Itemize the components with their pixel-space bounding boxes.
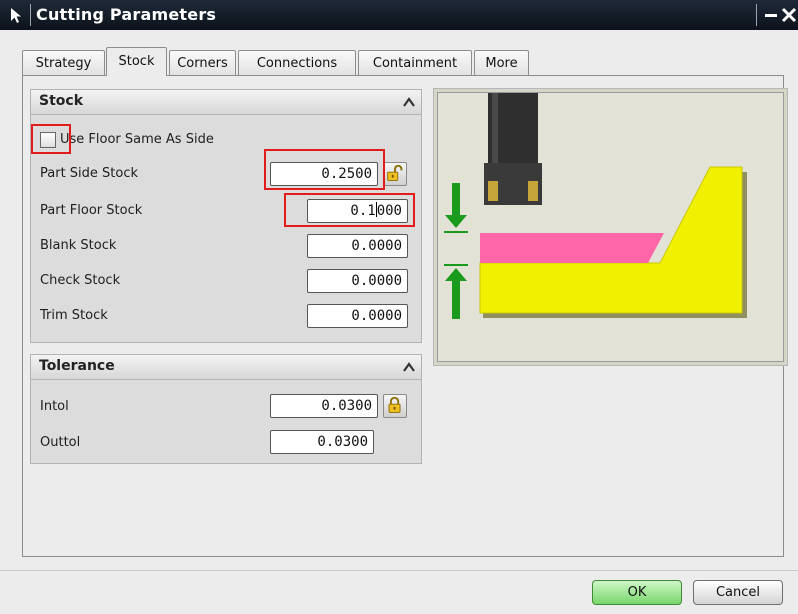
tool-insert	[488, 181, 498, 201]
cutting-parameters-dialog: Cutting Parameters Strategy Stock Corner…	[0, 0, 798, 614]
check-stock-label: Check Stock	[40, 273, 121, 288]
trim-stock-label: Trim Stock	[40, 308, 108, 323]
window-title: Cutting Parameters	[36, 5, 217, 24]
title-separator	[30, 4, 31, 26]
part-floor-stock-input[interactable]: 0.1000	[307, 199, 408, 223]
intol-input[interactable]: 0.0300	[270, 394, 378, 418]
ok-button[interactable]: OK	[592, 580, 682, 605]
tab-containment[interactable]: Containment	[358, 50, 472, 75]
tab-connections[interactable]: Connections	[238, 50, 356, 75]
title-bar[interactable]: Cutting Parameters	[0, 0, 798, 30]
footer-divider	[0, 570, 798, 571]
tolerance-group-title: Tolerance	[39, 358, 115, 374]
floor-stock-layer	[480, 233, 664, 263]
arrow-down-icon	[445, 183, 467, 228]
outtol-label: Outtol	[40, 435, 81, 450]
trim-stock-input[interactable]: 0.0000	[307, 304, 408, 328]
minimize-button[interactable]	[760, 3, 782, 27]
part-side-stock-lock-button[interactable]	[383, 162, 407, 186]
chevron-up-icon[interactable]	[399, 357, 419, 377]
stock-group-title: Stock	[39, 93, 84, 109]
use-floor-same-as-side-checkbox[interactable]	[40, 132, 56, 148]
locked-padlock-icon	[388, 396, 401, 413]
part-side-stock-label: Part Side Stock	[40, 166, 139, 181]
minimize-icon	[765, 14, 777, 17]
chevron-up-icon[interactable]	[399, 92, 419, 112]
outtol-input[interactable]: 0.0300	[270, 430, 374, 454]
tab-strategy[interactable]: Strategy	[22, 50, 105, 75]
part-floor-stock-value-before-caret: 0.1	[350, 203, 376, 219]
cancel-button[interactable]: Cancel	[693, 580, 783, 605]
cursor-arrow-icon	[11, 8, 21, 23]
arrow-up-icon	[445, 268, 467, 319]
part-floor-stock-label: Part Floor Stock	[40, 203, 143, 218]
close-button[interactable]	[780, 3, 798, 27]
tool-insert	[528, 181, 538, 201]
part-floor-stock-value-after-caret: 000	[376, 203, 402, 219]
intol-label: Intol	[40, 399, 69, 414]
tolerance-group-header[interactable]: Tolerance	[30, 354, 422, 380]
use-floor-same-as-side-label: Use Floor Same As Side	[60, 132, 214, 147]
unlocked-padlock-icon	[387, 164, 403, 181]
blank-stock-label: Blank Stock	[40, 238, 117, 253]
title-separator	[756, 4, 757, 26]
floor-stock-diagram	[444, 93, 747, 319]
close-icon	[781, 7, 797, 23]
intol-lock-button[interactable]	[383, 394, 407, 418]
tab-corners[interactable]: Corners	[169, 50, 236, 75]
check-stock-input[interactable]: 0.0000	[307, 269, 408, 293]
tab-stock[interactable]: Stock	[106, 47, 167, 76]
stock-group-header[interactable]: Stock	[30, 89, 422, 115]
tab-more[interactable]: More	[474, 50, 529, 75]
stock-preview-image	[437, 92, 784, 362]
blank-stock-input[interactable]: 0.0000	[307, 234, 408, 258]
part-side-stock-input[interactable]: 0.2500	[270, 162, 378, 186]
